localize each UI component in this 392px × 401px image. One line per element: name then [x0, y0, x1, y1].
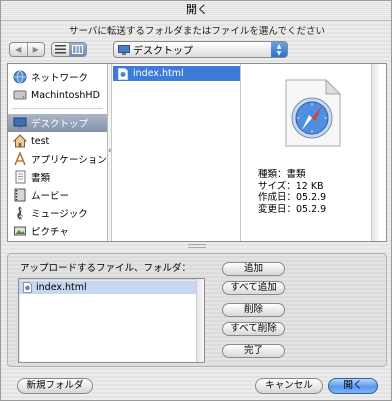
documents-icon: [15, 170, 26, 184]
location-label: デスクトップ: [133, 46, 193, 57]
desktop-icon: [118, 44, 130, 55]
sidebar-item-harddisk[interactable]: MachintoshHD: [8, 86, 107, 104]
location-popup[interactable]: デスクトップ ▲ ▼: [113, 41, 288, 58]
remove-button[interactable]: 削除: [222, 303, 285, 317]
pictures-icon: [14, 226, 26, 236]
file-name: index.html: [36, 282, 87, 293]
sidebar-item-label: ミュージック: [31, 209, 88, 220]
sidebar-splitter[interactable]: ‹: [108, 64, 112, 241]
file-name: index.html: [133, 68, 184, 79]
upload-file-list[interactable]: index.html: [18, 278, 205, 363]
sidebar-item-movies[interactable]: ムービー: [8, 186, 107, 204]
open-dialog: 開く サーバに転送するフォルダまたはファイルを選んでください ◀ ▶ デスクトッ…: [0, 0, 392, 401]
sidebar-item-applications[interactable]: アプリケーション: [8, 150, 107, 168]
html-file-icon: [23, 282, 32, 293]
upload-group: アップロードするファイル、フォルダ： index.html 追加 すべて追加 削…: [7, 253, 387, 367]
sidebar-item-desktop[interactable]: デスクトップ: [8, 114, 107, 132]
home-icon: [13, 134, 27, 148]
list-item[interactable]: index.html: [113, 66, 240, 81]
sidebar-item-home[interactable]: test: [8, 132, 107, 150]
file-size: サイズ：12 KB: [258, 180, 324, 192]
applications-icon: [14, 152, 26, 166]
open-button[interactable]: 開く: [328, 378, 378, 394]
popup-arrows-icon: ▲ ▼: [271, 42, 287, 57]
sidebar-item-label: デスクトップ: [31, 119, 89, 130]
movies-icon: [14, 188, 26, 202]
add-all-button[interactable]: すべて追加: [222, 281, 285, 295]
list-view-icon: [54, 45, 66, 54]
network-globe-icon: [13, 70, 27, 84]
html-file-icon: [118, 67, 128, 80]
forward-arrow-icon: ▶: [32, 45, 39, 54]
history-nav: ◀ ▶: [9, 42, 45, 57]
column-view-icon: [72, 45, 84, 54]
cancel-button[interactable]: キャンセル: [255, 378, 323, 394]
sidebar-item-label: アプリケーション: [31, 155, 107, 166]
window-title: 開く: [1, 1, 391, 21]
forward-button[interactable]: ▶: [26, 43, 45, 56]
upload-list-scrollbar[interactable]: [196, 279, 204, 362]
music-icon: 𝄞: [16, 206, 23, 220]
column-view-button[interactable]: [68, 43, 86, 56]
list-item[interactable]: index.html: [19, 281, 204, 294]
preview-scrollbar[interactable]: [371, 64, 379, 241]
sidebar-item-pictures[interactable]: ピクチャ: [8, 222, 107, 240]
sidebar-item-label: ネットワーク: [31, 73, 89, 84]
sidebar-item-label: 書類: [31, 173, 51, 184]
file-info: 種類：書類 サイズ：12 KB 作成日：05.2.9 変更日：05.2.9: [258, 169, 326, 215]
sidebar-item-label: MachintoshHD: [31, 89, 100, 101]
sidebar-item-music[interactable]: 𝄞 ミュージック: [8, 204, 107, 222]
list-view-button[interactable]: [52, 43, 69, 56]
hard-drive-icon: [13, 90, 27, 100]
preview-pane: 種類：書類 サイズ：12 KB 作成日：05.2.9 変更日：05.2.9: [242, 64, 379, 241]
sidebar: ネットワーク MachintoshHD デスクトップ test アプリケーション…: [8, 64, 108, 241]
file-browser: ネットワーク MachintoshHD デスクトップ test アプリケーション…: [7, 63, 387, 242]
desktop-icon: [13, 117, 27, 129]
upload-list-label: アップロードするファイル、フォルダ：: [20, 263, 192, 274]
done-button[interactable]: 完了: [222, 344, 285, 358]
sidebar-item-documents[interactable]: 書類: [8, 168, 107, 186]
back-arrow-icon: ◀: [15, 45, 22, 54]
new-folder-button[interactable]: 新規フォルダ: [17, 378, 93, 394]
file-kind: 種類：書類: [258, 169, 306, 180]
sidebar-item-label: test: [31, 135, 50, 147]
instruction-text: サーバに転送するフォルダまたはファイルを選んでください: [69, 26, 325, 37]
view-mode-switch: [51, 42, 87, 57]
safari-document-icon: [285, 78, 342, 147]
file-created: 作成日：05.2.9: [258, 192, 327, 203]
sidebar-item-label: ムービー: [31, 191, 70, 202]
add-button[interactable]: 追加: [222, 262, 285, 276]
file-column: index.html: [113, 64, 241, 241]
back-button[interactable]: ◀: [10, 43, 27, 56]
file-modified: 変更日：05.2.9: [258, 203, 327, 215]
remove-all-button[interactable]: すべて削除: [222, 322, 285, 336]
sidebar-item-label: ピクチャ: [31, 227, 69, 238]
sidebar-divider: [12, 104, 103, 109]
splitter-grip-icon: ‹: [108, 146, 112, 156]
sidebar-item-network[interactable]: ネットワーク: [8, 68, 107, 86]
browser-resize-handle[interactable]: [188, 244, 206, 248]
